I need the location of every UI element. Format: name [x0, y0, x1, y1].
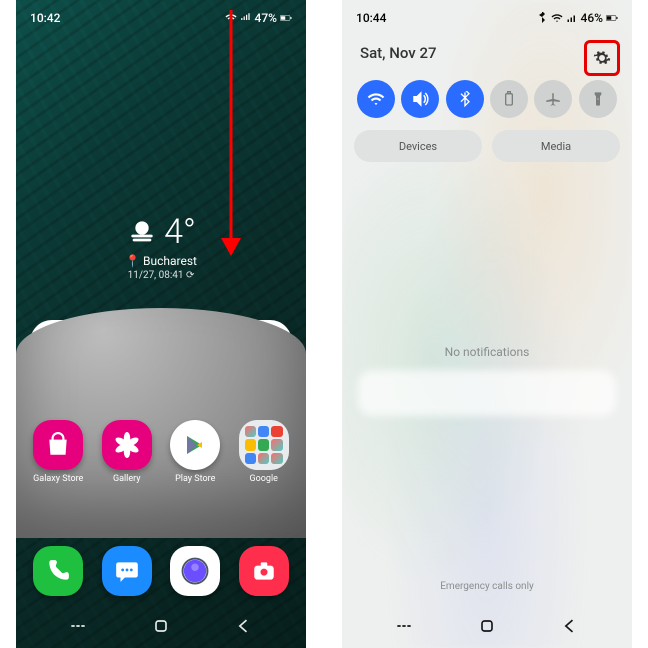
home-button[interactable]: [151, 616, 171, 636]
dock: [16, 546, 306, 596]
notification-panel: 10:44 46% Sat, Nov 27 Devices Media No n…: [342, 0, 632, 648]
flower-icon: [114, 432, 140, 458]
home-screen: 10:42 47% 4° 📍 Bucharest 11/27, 08:41 ⟳ …: [16, 0, 306, 648]
fog-icon: [126, 216, 158, 248]
battery-text: 47%: [255, 11, 277, 25]
toggle-wifi[interactable]: [357, 80, 395, 118]
shopping-bag-icon: [45, 432, 71, 458]
no-notifications-text: No notifications: [342, 345, 632, 359]
camera-icon: [251, 558, 277, 584]
emergency-text: Emergency calls only: [342, 581, 632, 592]
app-folder-google[interactable]: Google: [234, 420, 294, 484]
flashlight-icon: [590, 91, 606, 107]
dock-camera[interactable]: [234, 546, 294, 596]
folder-icon: [239, 420, 289, 470]
gear-icon: [593, 49, 611, 67]
wifi-icon: [367, 90, 385, 108]
blurred-card: [358, 370, 616, 416]
phone-icon: [45, 558, 71, 584]
back-button[interactable]: [560, 616, 580, 636]
qs-pills: Devices Media: [354, 130, 620, 162]
app-galaxy-store[interactable]: Galaxy Store: [28, 420, 88, 484]
media-button[interactable]: Media: [492, 130, 620, 162]
battery-icon: [280, 12, 292, 24]
status-bar: 10:42 47%: [16, 0, 306, 32]
devices-button[interactable]: Devices: [354, 130, 482, 162]
toggle-flashlight[interactable]: [579, 80, 617, 118]
settings-button[interactable]: [584, 40, 620, 76]
home-button[interactable]: [477, 616, 497, 636]
bluetooth-icon: [457, 91, 473, 107]
dock-phone[interactable]: [28, 546, 88, 596]
app-play-store[interactable]: Play Store: [165, 420, 225, 484]
nav-bar: [342, 604, 632, 648]
recents-button[interactable]: [394, 616, 414, 636]
toggle-airplane[interactable]: [534, 80, 572, 118]
airplane-icon: [544, 90, 562, 108]
app-gallery[interactable]: Gallery: [97, 420, 157, 484]
quick-settings: [342, 80, 632, 118]
back-button[interactable]: [234, 616, 254, 636]
signal-icon: [240, 12, 252, 24]
battery-saver-icon: [501, 91, 517, 107]
play-icon: [183, 433, 207, 457]
message-icon: [114, 558, 140, 584]
status-time: 10:42: [30, 11, 60, 25]
weather-widget[interactable]: 4° 📍 Bucharest 11/27, 08:41 ⟳: [16, 212, 306, 281]
wifi-icon: [225, 12, 237, 24]
recents-button[interactable]: [68, 616, 88, 636]
toggle-sound[interactable]: [401, 80, 439, 118]
dock-internet[interactable]: [165, 546, 225, 596]
toggle-power-saving[interactable]: [490, 80, 528, 118]
nav-bar: [16, 604, 306, 648]
panel-date: Sat, Nov 27: [360, 44, 437, 62]
globe-icon: [180, 556, 210, 586]
app-row: Galaxy Store Gallery Play Store Google: [16, 420, 306, 484]
sound-icon: [411, 90, 429, 108]
toggle-bluetooth[interactable]: [446, 80, 484, 118]
dock-messages[interactable]: [97, 546, 157, 596]
